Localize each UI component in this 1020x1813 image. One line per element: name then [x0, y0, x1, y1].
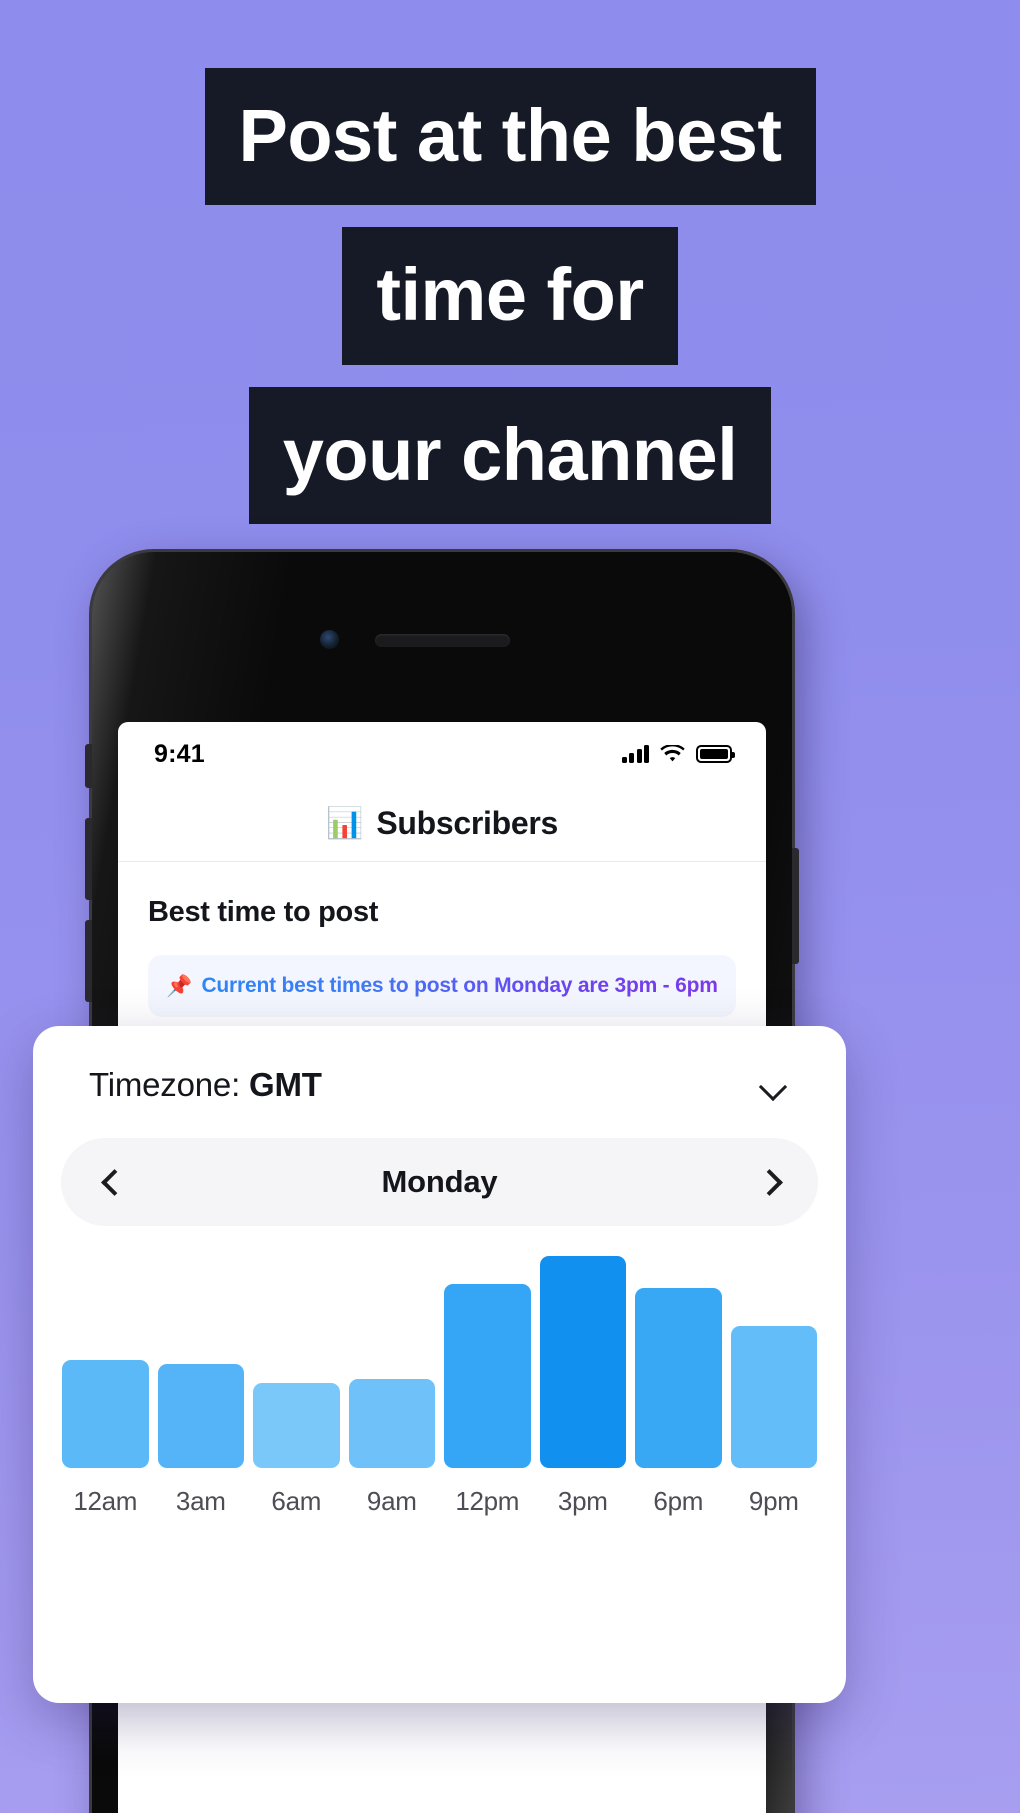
chart-x-label: 3pm [557, 1486, 608, 1516]
phone-volume-up-button [85, 818, 92, 900]
app-content: Best time to post 📌 Current best times t… [118, 862, 766, 1017]
phone-power-button [792, 848, 799, 964]
chart-x-label: 12pm [455, 1486, 520, 1516]
chart-bar-column[interactable] [635, 1288, 722, 1468]
battery-full-icon [696, 745, 735, 763]
trending-videos-title: Trending videos in your subscriber [148, 1809, 622, 1813]
chart-x-label: 6am [271, 1486, 322, 1516]
chart-bar[interactable] [62, 1360, 149, 1468]
pushpin-emoji-icon: 📌 [166, 974, 193, 998]
chart-x-label: 3am [175, 1486, 226, 1516]
chart-bar[interactable] [539, 1256, 626, 1468]
promo-poster: Post at the best time for your channel 9… [0, 0, 1020, 1813]
app-title: Subscribers [376, 805, 559, 841]
chart-bar-column[interactable] [348, 1379, 435, 1468]
timezone-row[interactable]: Timezone: GMT [61, 1066, 818, 1104]
chart-bars [62, 1256, 817, 1468]
phone-volume-down-button [85, 920, 92, 1002]
chart-bar[interactable] [635, 1288, 722, 1468]
best-times-notice-text: Current best times to post on Monday are… [201, 974, 718, 997]
chart-x-label: 12am [73, 1486, 138, 1516]
headline-line-3: your channel [248, 386, 772, 525]
status-bar: 9:41 [118, 722, 766, 786]
timezone-prefix: Timezone: [89, 1066, 241, 1103]
section-title-best-time: Best time to post [148, 896, 379, 928]
chart-x-labels: 12am 3am 6am 9am 12pm 3pm 6pm 9pm [62, 1486, 817, 1517]
timezone-label: Timezone: GMT [89, 1066, 322, 1104]
headline-line-1: Post at the best [204, 68, 816, 206]
chart-x-label: 6pm [653, 1486, 704, 1516]
headline-block: Post at the best time for your channel [0, 0, 1020, 525]
timezone-value: GMT [249, 1066, 322, 1103]
chart-bar[interactable] [444, 1284, 531, 1468]
bar-chart-emoji-icon: 📊 [325, 806, 364, 840]
chart-bar[interactable] [157, 1364, 244, 1468]
wifi-icon [660, 744, 685, 761]
chart-bar-column[interactable] [253, 1383, 340, 1468]
front-camera-icon [320, 630, 339, 649]
headline-line-2: time for [342, 227, 678, 365]
chart-x-label: 9pm [748, 1486, 799, 1516]
status-bar-time: 9:41 [154, 739, 205, 768]
cellular-signal-icon [621, 745, 649, 763]
phone-mute-switch [85, 744, 92, 788]
selected-day-label: Monday [381, 1164, 498, 1199]
best-times-notice-banner: 📌 Current best times to post on Monday a… [148, 955, 736, 1017]
chart-x-label: 9am [366, 1486, 417, 1516]
chart-bar[interactable] [730, 1326, 817, 1468]
earpiece-speaker [375, 634, 510, 647]
day-navigator: Monday [61, 1138, 818, 1226]
chart-bar-column[interactable] [730, 1326, 817, 1468]
chart-bar-column[interactable] [444, 1284, 531, 1468]
chart-bar[interactable] [253, 1383, 340, 1468]
chart-bar-column[interactable] [539, 1256, 626, 1468]
chart-bar-column[interactable] [62, 1360, 149, 1468]
chevron-down-icon[interactable] [760, 1072, 786, 1098]
best-time-bottom-sheet: Timezone: GMT Monday 12am 3am 6am 9am 12pm 3p… [33, 1026, 846, 1703]
chevron-left-icon[interactable] [97, 1170, 121, 1194]
app-header: 📊 Subscribers [118, 786, 766, 862]
chart-bar-column[interactable] [157, 1364, 244, 1468]
chevron-right-icon[interactable] [758, 1170, 782, 1194]
status-bar-icons [621, 744, 735, 764]
chart-bar[interactable] [348, 1379, 435, 1468]
best-time-bar-chart: 12am 3am 6am 9am 12pm 3pm 6pm 9pm [61, 1256, 818, 1517]
